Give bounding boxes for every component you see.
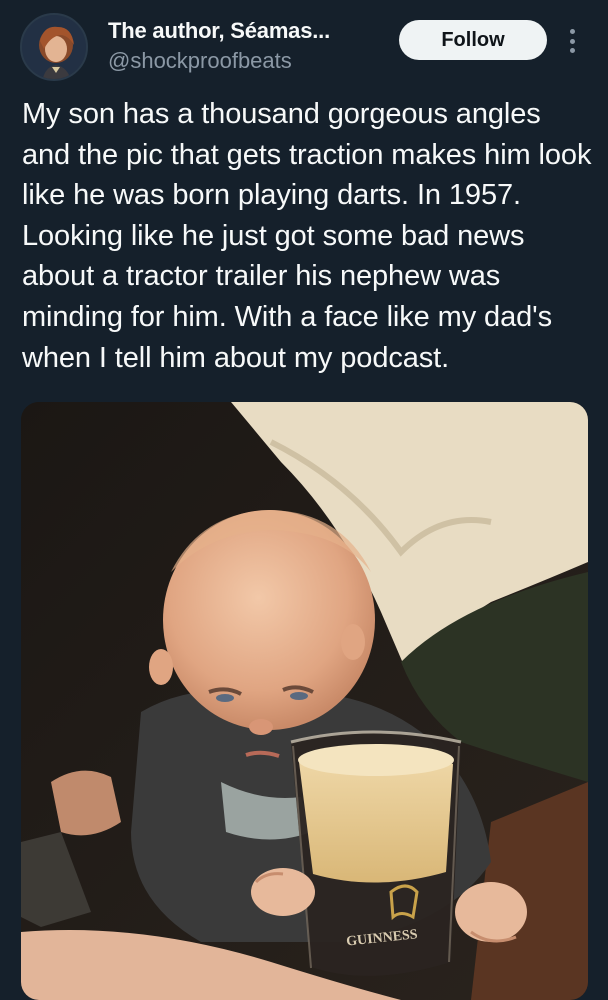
dot <box>569 48 575 53</box>
display-name[interactable]: The author, Séamas... <box>108 18 330 44</box>
tweet-header: The author, Séamas... @shockproofbeats F… <box>0 0 608 90</box>
user-avatar-icon[interactable] <box>20 13 88 81</box>
follow-button[interactable]: Follow <box>399 20 547 60</box>
tweet-photo[interactable]: GUINNESS <box>21 402 588 1000</box>
user-handle[interactable]: @shockproofbeats <box>108 48 292 74</box>
dot <box>569 29 575 34</box>
avatar-illustration <box>22 15 86 79</box>
tweet-post: The author, Séamas... @shockproofbeats F… <box>0 0 608 1000</box>
tweet-text: My son has a thousand gorgeous angles an… <box>22 98 592 374</box>
more-options-icon[interactable] <box>564 26 580 56</box>
photo-baby-with-pint: GUINNESS <box>21 402 588 1000</box>
dot <box>569 38 575 44</box>
